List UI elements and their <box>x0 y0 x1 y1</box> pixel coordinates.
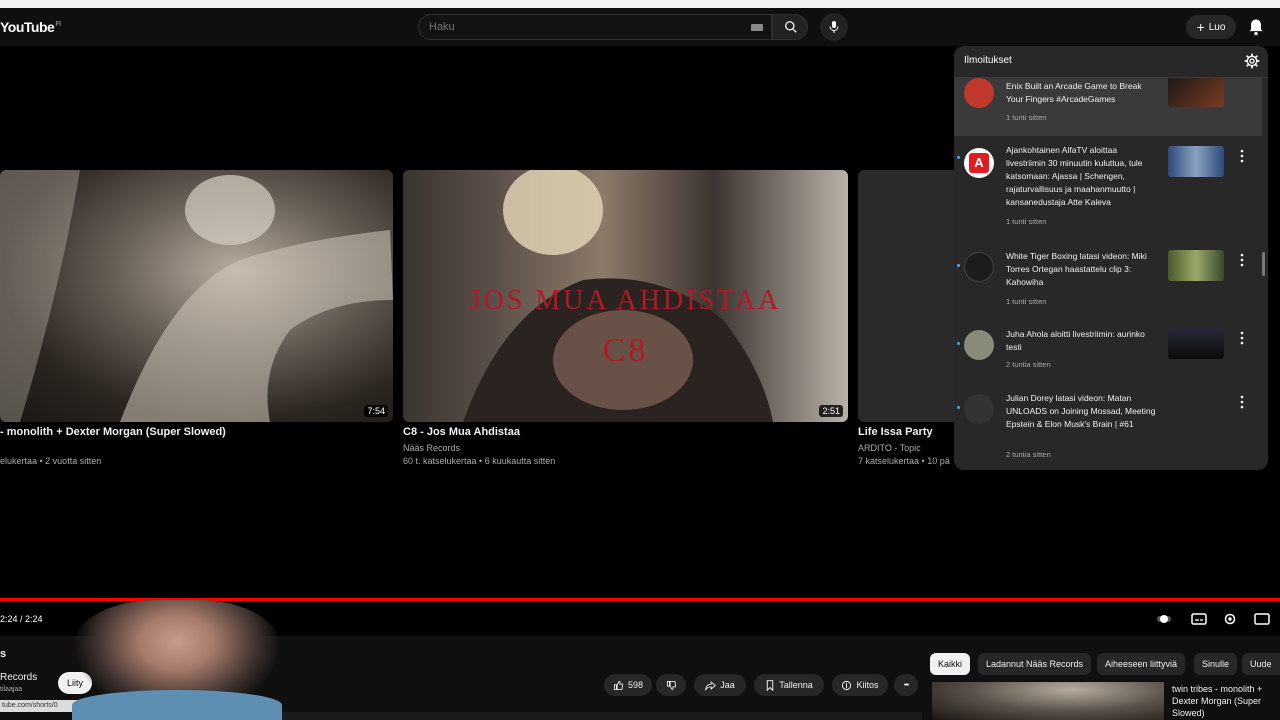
endscreen-video-channel[interactable]: ARDITO - Topic <box>858 443 921 453</box>
unread-dot <box>957 264 960 267</box>
thumbs-up-icon <box>613 680 624 690</box>
theater-mode-icon[interactable] <box>1254 611 1270 627</box>
notification-item[interactable]: Julian Dorey latasi videon: Matan UNLOAD… <box>954 382 1262 470</box>
microphone-icon <box>829 21 839 33</box>
subscriber-count: tilaajaa <box>0 686 23 693</box>
like-button[interactable]: 598 <box>604 674 652 696</box>
endscreen-video-meta: 7 katselukertaa • 10 pä <box>858 456 950 466</box>
recommended-video-thumbnail[interactable] <box>932 682 1164 720</box>
video-time: 2:24 / 2:24 <box>0 614 43 624</box>
alfatv-logo: A <box>969 153 989 173</box>
channel-avatar <box>964 330 994 360</box>
chip-uploaded-by-channel[interactable]: Ladannut Nääs Records <box>978 653 1092 675</box>
notification-text: Juha Ahola aloitti livestriimin: aurinko… <box>1006 329 1145 352</box>
subtitles-icon[interactable] <box>1191 611 1207 627</box>
endscreen-video-channel[interactable]: Nääs Records <box>403 443 460 453</box>
notification-thumbnail <box>1168 146 1224 177</box>
notification-item[interactable]: A Ajankohtainen AlfaTV aloittaa livestri… <box>954 136 1262 240</box>
more-horizontal-icon: ••• <box>903 681 909 689</box>
voice-search-button[interactable] <box>820 13 848 41</box>
search-input[interactable] <box>429 15 739 39</box>
more-options-icon[interactable] <box>1238 395 1246 409</box>
notifications-scrollbar[interactable] <box>1262 252 1265 276</box>
more-options-icon[interactable] <box>1238 331 1246 345</box>
os-taskbar <box>282 712 922 720</box>
notification-time: 2 tuntia sitten <box>1006 360 1051 369</box>
chip-all[interactable]: Kaikki <box>930 653 971 675</box>
settings-gear-icon[interactable] <box>1222 611 1238 627</box>
notification-time: 1 tunti sitten <box>1006 297 1047 306</box>
endscreen-video-title[interactable]: - monolith + Dexter Morgan (Super Slowed… <box>0 426 226 438</box>
thanks-button[interactable]: Kiitos <box>832 674 888 696</box>
chip-related[interactable]: Aiheeseen liittyviä <box>1097 653 1186 675</box>
channel-avatar <box>964 252 994 282</box>
endscreen-video-meta: 60 t. katselukertaa • 6 kuukautta sitten <box>403 456 556 466</box>
duration-badge: 7:54 <box>364 405 388 417</box>
thumbnail-overlay-subtitle: C8 <box>602 332 649 369</box>
bookmark-icon <box>767 679 774 691</box>
channel-name[interactable]: Records <box>0 672 37 683</box>
share-icon <box>705 680 717 691</box>
notification-text: Julian Dorey latasi videon: Matan UNLOAD… <box>1006 393 1156 429</box>
search-button[interactable] <box>772 14 808 40</box>
video-title-fragment: s <box>0 648 7 660</box>
more-options-icon[interactable] <box>1238 149 1246 163</box>
share-button[interactable]: Jaa <box>694 674 746 696</box>
endscreen-video-thumbnail[interactable]: 7:54 <box>0 170 393 422</box>
endscreen-video-thumbnail[interactable]: JOS MUA AHDISTAA C8 2:51 <box>403 170 848 422</box>
notifications-header: Ilmoitukset <box>954 46 1268 78</box>
endscreen-video-thumbnail[interactable] <box>858 170 958 422</box>
masthead: YouTubeFI + Luo <box>0 8 1280 46</box>
unread-dot <box>957 406 960 409</box>
chip-for-you[interactable]: Sinulle <box>1194 653 1238 675</box>
notification-text: Enix Built an Arcade Game to Break Your … <box>1006 81 1142 104</box>
endscreen-video-title[interactable]: Life Issa Party <box>858 426 933 438</box>
notifications-bell-icon[interactable] <box>1246 17 1266 37</box>
endscreen-video-title[interactable]: C8 - Jos Mua Ahdistaa <box>403 426 520 438</box>
thumbnail-overlay-title: JOS MUA AHDISTAA <box>469 285 782 316</box>
youtube-logo[interactable]: YouTubeFI <box>0 19 61 35</box>
chip-new[interactable]: Uude <box>1242 653 1280 675</box>
search-icon <box>785 21 797 33</box>
plus-icon: + <box>1196 19 1205 35</box>
settings-gear-icon[interactable] <box>1244 53 1260 69</box>
channel-avatar <box>964 394 994 424</box>
thumbs-down-icon <box>666 680 676 690</box>
notification-time: 1 tunti sitten <box>1006 113 1047 122</box>
notification-text: White Tiger Boxing latasi videon: Miki T… <box>1006 251 1147 287</box>
notification-thumbnail <box>1168 328 1224 359</box>
search-box[interactable] <box>418 14 772 40</box>
dislike-button[interactable] <box>656 674 686 696</box>
more-options-icon[interactable] <box>1238 253 1246 267</box>
notification-item[interactable]: White Tiger Boxing latasi videon: Miki T… <box>954 240 1262 318</box>
duration-badge: 2:51 <box>819 405 843 417</box>
notifications-panel: Ilmoitukset Enix Built an Arcade Game to… <box>954 46 1268 470</box>
notification-text: Ajankohtainen AlfaTV aloittaa livestriim… <box>1006 145 1143 207</box>
notification-time: 1 tunti sitten <box>1006 217 1047 226</box>
unread-dot <box>957 342 960 345</box>
channel-avatar: A <box>964 148 994 178</box>
notification-item[interactable]: Juha Ahola aloitti livestriimin: aurinko… <box>954 318 1262 382</box>
super-thanks-icon <box>842 680 852 690</box>
browser-chrome-strip <box>0 0 1280 8</box>
notification-thumbnail <box>1168 250 1224 281</box>
create-button[interactable]: + Luo <box>1186 15 1236 39</box>
unread-dot <box>957 156 960 159</box>
notification-thumbnail <box>1168 78 1224 107</box>
more-actions-button[interactable]: ••• <box>894 674 918 696</box>
autoplay-toggle-icon[interactable] <box>1156 611 1172 627</box>
keyboard-icon[interactable] <box>751 24 763 31</box>
notifications-list[interactable]: Enix Built an Arcade Game to Break Your … <box>954 78 1268 470</box>
channel-avatar <box>964 78 994 108</box>
notifications-title: Ilmoitukset <box>964 55 1012 66</box>
streamer-webcam-shirt <box>72 690 282 720</box>
recommended-video-title[interactable]: twin tribes - monolith + Dexter Morgan (… <box>1172 683 1280 719</box>
notification-time: 2 tuntia sitten <box>1006 450 1051 459</box>
thumbnail-artwork <box>0 170 393 422</box>
endscreen-video-meta: elukertaa • 2 vuotta sitten <box>0 456 102 466</box>
notification-item[interactable]: Enix Built an Arcade Game to Break Your … <box>954 78 1262 136</box>
save-button[interactable]: Tallenna <box>754 674 824 696</box>
